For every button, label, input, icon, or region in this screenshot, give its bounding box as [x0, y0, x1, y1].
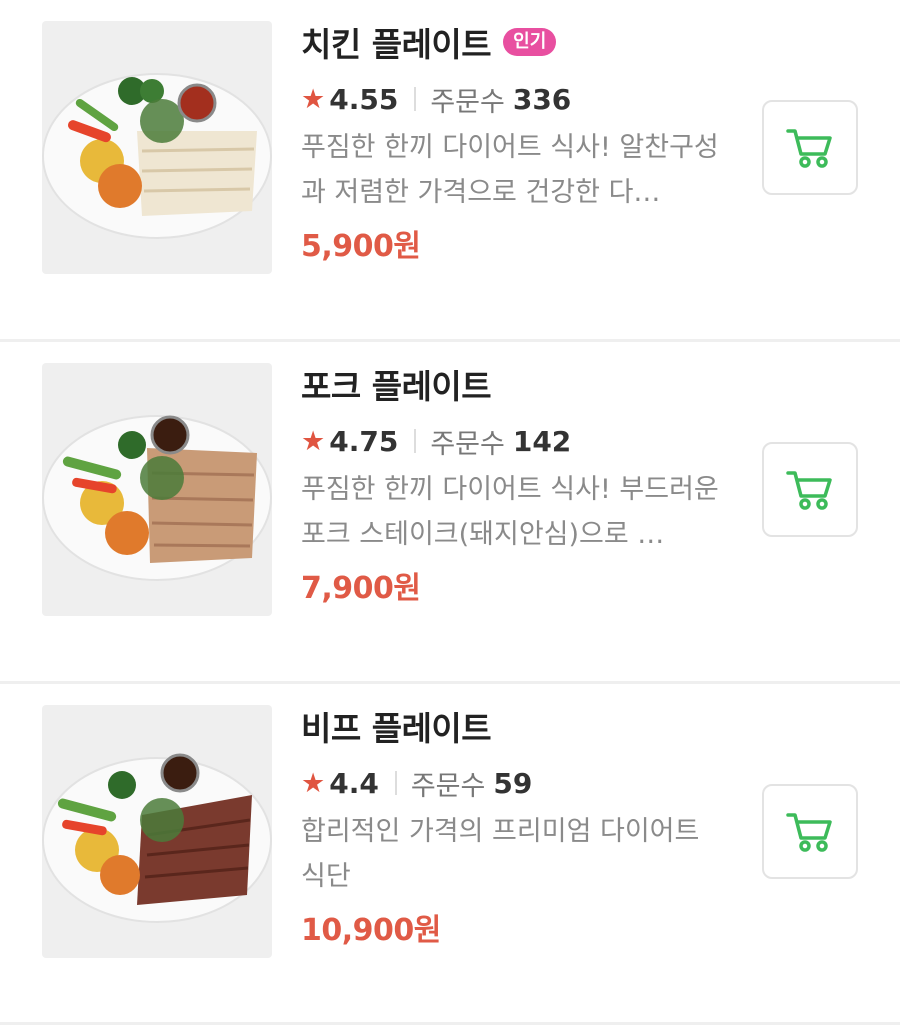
- item-price: 5,900원: [301, 229, 421, 264]
- product-list: 치킨 플레이트 인기 ★ 4.55 주문수 336 푸짐한 한끼 다이어트 식사…: [0, 0, 900, 1025]
- cart-icon: [786, 128, 832, 168]
- item-info: 비프 플레이트 ★ 4.4 주문수 59 합리적인 가격의 프리미엄 다이어트 …: [301, 702, 731, 949]
- item-meta: ★ 4.4 주문수 59: [301, 763, 731, 803]
- product-image[interactable]: [42, 21, 272, 274]
- item-meta: ★ 4.75 주문수 142: [301, 421, 731, 461]
- product-image[interactable]: [42, 705, 272, 958]
- item-price: 7,900원: [301, 571, 421, 606]
- add-to-cart-button[interactable]: [762, 100, 858, 195]
- rating-value: 4.55: [329, 82, 399, 116]
- plate-illustration: [42, 73, 272, 239]
- add-to-cart-button[interactable]: [762, 784, 858, 879]
- orders-label: 주문수: [430, 86, 505, 118]
- meta-divider: [414, 429, 417, 453]
- product-image[interactable]: [42, 363, 272, 616]
- plate-illustration: [42, 753, 272, 923]
- item-info: 포크 플레이트 ★ 4.75 주문수 142 푸짐한 한끼 다이어트 식사! 부…: [301, 360, 731, 607]
- star-icon: ★: [301, 767, 326, 799]
- meta-divider: [414, 87, 417, 111]
- list-item[interactable]: 비프 플레이트 ★ 4.4 주문수 59 합리적인 가격의 프리미엄 다이어트 …: [0, 684, 900, 1025]
- orders-count: 59: [493, 766, 533, 800]
- cart-icon: [786, 812, 832, 852]
- orders-count: 336: [512, 82, 572, 116]
- item-title: 치킨 플레이트: [301, 25, 492, 64]
- meta-divider: [394, 771, 397, 795]
- item-description: 푸짐한 한끼 다이어트 식사! 알찬구성과 저렴한 가격으로 건강한 다…: [301, 132, 719, 208]
- rating-value: 4.75: [329, 424, 399, 458]
- orders-label: 주문수: [410, 770, 486, 802]
- item-info: 치킨 플레이트 인기 ★ 4.55 주문수 336 푸짐한 한끼 다이어트 식사…: [301, 18, 731, 265]
- star-icon: ★: [301, 425, 326, 457]
- item-description: 합리적인 가격의 프리미엄 다이어트 식단: [301, 816, 700, 892]
- item-title: 비프 플레이트: [301, 709, 492, 748]
- orders-count: 142: [512, 424, 572, 458]
- cart-icon: [786, 470, 832, 510]
- plate-illustration: [42, 415, 272, 581]
- list-item[interactable]: 치킨 플레이트 인기 ★ 4.55 주문수 336 푸짐한 한끼 다이어트 식사…: [0, 0, 900, 342]
- list-item[interactable]: 포크 플레이트 ★ 4.75 주문수 142 푸짐한 한끼 다이어트 식사! 부…: [0, 342, 900, 684]
- add-to-cart-button[interactable]: [762, 442, 858, 537]
- item-description: 푸짐한 한끼 다이어트 식사! 부드러운 포크 스테이크(돼지안심)으로 …: [301, 474, 719, 550]
- star-icon: ★: [301, 83, 326, 115]
- item-price: 10,900원: [301, 913, 441, 948]
- protein-slices: [137, 131, 257, 216]
- popular-badge: 인기: [503, 28, 557, 56]
- rating-value: 4.4: [329, 766, 379, 800]
- item-title: 포크 플레이트: [301, 367, 492, 406]
- orders-label: 주문수: [430, 428, 505, 460]
- item-meta: ★ 4.55 주문수 336: [301, 79, 731, 119]
